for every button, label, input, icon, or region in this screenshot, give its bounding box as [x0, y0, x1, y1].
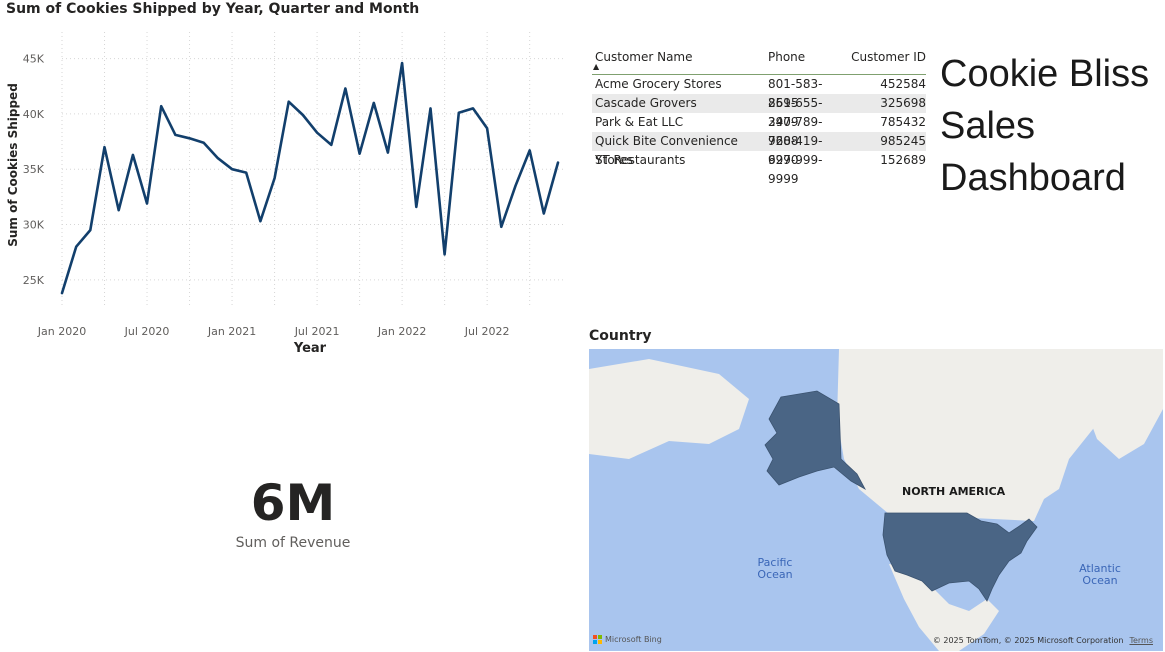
data-point[interactable]	[59, 290, 65, 296]
cell-customer-id: 452584	[880, 77, 926, 91]
cell-phone: 920-419-6270	[768, 134, 823, 167]
data-point[interactable]	[130, 152, 136, 158]
column-header-customer-name[interactable]: Customer Name	[592, 46, 768, 74]
x-tick-label: Jan 2022	[377, 325, 426, 338]
x-axis-label: Year	[293, 341, 327, 356]
cell-customer-name: YT Restaurants	[595, 153, 686, 167]
x-tick-label: Jan 2020	[37, 325, 86, 338]
series-line[interactable]	[60, 61, 560, 295]
y-axis-label: Sum of Cookies Shipped	[6, 83, 20, 247]
cell-customer-name: Acme Grocery Stores	[595, 77, 722, 91]
table-row[interactable]: Quick Bite Convenience Stores 920-419-62…	[592, 132, 926, 167]
column-header-customer-id[interactable]: Customer ID	[848, 46, 926, 74]
data-point[interactable]	[229, 166, 235, 172]
y-tick-label: 30K	[23, 219, 45, 232]
data-point[interactable]	[158, 103, 164, 109]
atlantic-ocean-label: Atlantic Ocean	[1079, 562, 1121, 587]
cell-phone: 347-789-7688	[768, 115, 823, 148]
data-point[interactable]	[314, 130, 320, 136]
data-point[interactable]	[342, 85, 348, 91]
data-point[interactable]	[201, 140, 207, 146]
cell-customer-name: Cascade Grovers	[595, 96, 697, 110]
data-point[interactable]	[371, 100, 377, 106]
cell-phone: 251-655-2909	[768, 96, 823, 129]
data-point[interactable]	[187, 135, 193, 141]
kpi-value[interactable]: 6M	[193, 474, 393, 532]
table-row[interactable]: Park & Eat LLC 347-789-7688 785432	[592, 113, 926, 148]
dashboard-title-line: Sales	[940, 105, 1036, 147]
data-point[interactable]	[272, 175, 278, 181]
data-point[interactable]	[484, 125, 490, 131]
data-point[interactable]	[541, 210, 547, 216]
map-title: Country	[589, 328, 652, 344]
data-point[interactable]	[328, 142, 334, 148]
data-point[interactable]	[555, 160, 561, 166]
table-row[interactable]: Cascade Grovers 251-655-2909 325698	[592, 94, 926, 129]
bing-logo: Microsoft Bing	[593, 635, 662, 644]
map-copyright: © 2025 TomTom, © 2025 Microsoft Corporat…	[932, 636, 1153, 645]
data-point[interactable]	[286, 99, 292, 105]
data-point[interactable]	[470, 105, 476, 111]
cell-phone: 801-583-8695	[768, 77, 823, 110]
cell-customer-id: 325698	[880, 96, 926, 110]
data-point[interactable]	[427, 105, 433, 111]
terms-link[interactable]: Terms	[1129, 636, 1153, 645]
data-point[interactable]	[257, 218, 263, 224]
data-point[interactable]	[442, 251, 448, 257]
y-tick-label: 35K	[23, 163, 45, 176]
siberia-land	[589, 359, 749, 459]
microsoft-logo-icon	[593, 635, 602, 644]
data-point[interactable]	[215, 155, 221, 161]
cell-customer-id: 985245	[880, 134, 926, 148]
x-tick-label: Jan 2021	[207, 325, 256, 338]
region-label: NORTH AMERICA	[902, 485, 1006, 498]
data-point[interactable]	[512, 183, 518, 189]
cell-customer-id: 152689	[880, 153, 926, 167]
x-tick-label: Jul 2022	[464, 325, 510, 338]
data-point[interactable]	[102, 144, 108, 150]
data-point[interactable]	[144, 201, 150, 207]
data-point[interactable]	[413, 204, 419, 210]
data-point[interactable]	[87, 227, 93, 233]
data-point[interactable]	[300, 112, 306, 118]
table-row[interactable]: YT Restaurants 999-999-9999 152689	[592, 151, 926, 186]
x-tick-label: Jul 2020	[124, 325, 170, 338]
y-tick-label: 40K	[23, 108, 45, 121]
customer-table[interactable]: Customer Name Phone Customer ID ▲ Acme G…	[592, 46, 926, 186]
data-point[interactable]	[73, 244, 79, 250]
dashboard-title: Cookie Bliss Sales Dashboard	[940, 48, 1162, 204]
data-point[interactable]	[357, 151, 363, 157]
pacific-ocean-label: Pacific Ocean	[757, 556, 793, 581]
dashboard-title-line: Cookie Bliss	[940, 53, 1150, 95]
table-header: Customer Name Phone Customer ID ▲	[592, 46, 926, 75]
cell-phone: 999-999-9999	[768, 153, 823, 186]
data-point[interactable]	[385, 150, 391, 156]
map-canvas[interactable]	[589, 349, 1163, 651]
data-point[interactable]	[399, 60, 405, 66]
data-point[interactable]	[527, 147, 533, 153]
data-point[interactable]	[172, 132, 178, 138]
cookies-shipped-line-chart[interactable]: 25K 30K 35K 40K 45K Jan 2020 Jul 2020 Jan 2021…	[0, 20, 580, 365]
kpi-label: Sum of Revenue	[235, 535, 351, 551]
sort-ascending-icon[interactable]: ▲	[593, 62, 599, 71]
data-point[interactable]	[498, 224, 504, 230]
cell-customer-name: Quick Bite Convenience Stores	[595, 134, 738, 167]
y-tick-label: 45K	[23, 53, 45, 66]
column-header-phone[interactable]: Phone	[768, 46, 848, 74]
cell-customer-name: Park & Eat LLC	[595, 115, 684, 129]
data-point[interactable]	[243, 170, 249, 176]
cell-customer-id: 785432	[880, 115, 926, 129]
y-tick-label: 25K	[23, 274, 45, 287]
dashboard-title-line: Dashboard	[940, 157, 1126, 199]
data-point[interactable]	[116, 207, 122, 213]
data-point[interactable]	[456, 110, 462, 116]
table-row[interactable]: Acme Grocery Stores 801-583-8695 452584	[592, 75, 926, 110]
country-map[interactable]: NORTH AMERICA Pacific Ocean Atlantic Ocean…	[589, 349, 1163, 651]
x-tick-label: Jul 2021	[294, 325, 340, 338]
chart-title: Sum of Cookies Shipped by Year, Quarter …	[6, 1, 420, 17]
